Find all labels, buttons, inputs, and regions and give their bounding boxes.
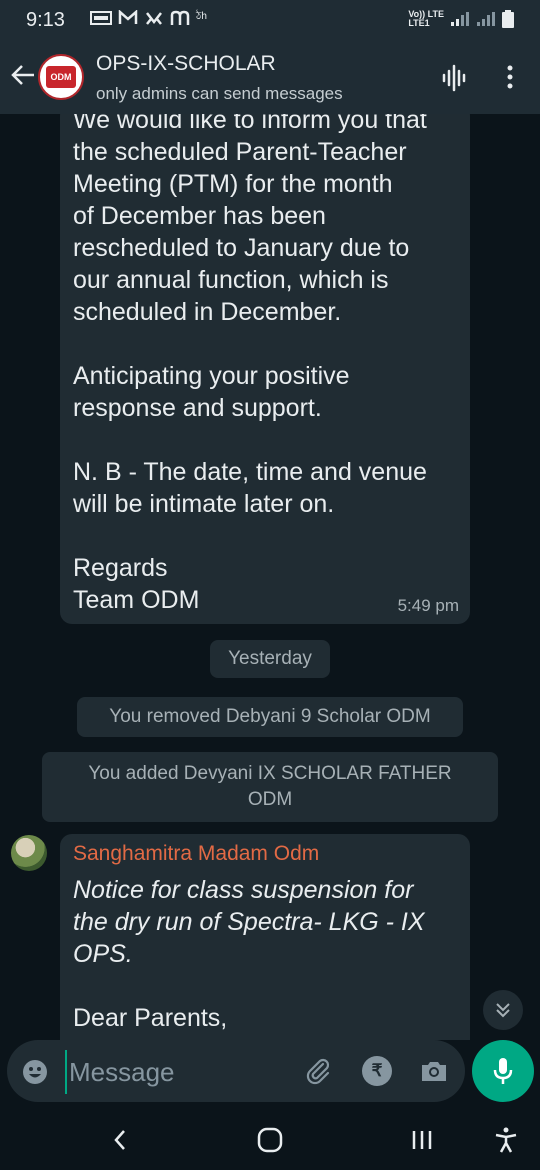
status-time: 9:13 [26, 9, 65, 31]
nav-back-button[interactable] [100, 1122, 140, 1158]
system-status-icons: Vo)) LTE LTE1 [408, 10, 514, 28]
network-type: Vo)) LTE LTE1 [408, 9, 444, 28]
voice-message-button[interactable] [472, 1040, 534, 1102]
nav-recents-button[interactable] [402, 1122, 442, 1158]
nav-home-button[interactable] [250, 1122, 290, 1158]
message-bubble[interactable]: Sanghamitra Madam Odm Notice for class s… [60, 834, 470, 1040]
more-options-icon[interactable] [500, 62, 520, 92]
recents-icon [412, 1131, 432, 1149]
mail-m-icon [170, 10, 190, 25]
sender-avatar[interactable] [11, 835, 47, 871]
home-icon [257, 1127, 283, 1153]
message-text-italic: Notice for class suspension for the dry … [73, 876, 425, 968]
odm-logo: ODM [46, 66, 76, 88]
gmail-icon [118, 9, 138, 24]
emoji-icon[interactable] [21, 1058, 49, 1086]
status-bar: 9:13 ঠh Vo)) LTE LTE1 [0, 0, 540, 40]
chat-subtitle[interactable]: only admins can send messages [96, 84, 343, 104]
system-nav-bar [0, 1110, 540, 1170]
message-input-bar: ₹ [7, 1040, 465, 1102]
news-icon [90, 10, 112, 25]
teams-icon [146, 11, 162, 25]
attach-icon[interactable] [303, 1056, 333, 1086]
notification-icons: ঠh [90, 9, 207, 26]
chat-title[interactable]: OPS-IX-SCHOLAR [96, 52, 276, 76]
scroll-down-button[interactable] [483, 990, 523, 1030]
sender-name[interactable]: Sanghamitra Madam Odm [73, 842, 319, 866]
date-divider: Yesterday [210, 640, 330, 678]
system-message: You removed Debyani 9 Scholar ODM [77, 697, 463, 737]
message-text: Dear Parents, [73, 1004, 228, 1032]
message-text: We would like to inform you that the sch… [73, 114, 427, 614]
signal-icon [451, 12, 469, 26]
message-bubble[interactable]: We would like to inform you that the sch… [60, 114, 470, 624]
app-notification-icon: ঠh [196, 11, 207, 22]
camera-icon[interactable] [419, 1056, 449, 1086]
chat-area[interactable]: We would like to inform you that the sch… [0, 114, 540, 1040]
message-time: 5:49 pm [397, 596, 459, 615]
system-message: You added Devyani IX SCHOLAR FATHER ODM [42, 752, 498, 822]
signal-2-icon [477, 12, 495, 26]
group-avatar[interactable]: ODM [38, 54, 84, 100]
battery-icon [502, 10, 514, 28]
chat-header: ODM OPS-IX-SCHOLAR only admins can send … [0, 40, 540, 114]
payment-icon[interactable]: ₹ [362, 1056, 392, 1086]
nav-accessibility-button[interactable] [486, 1122, 526, 1158]
back-arrow-icon[interactable] [8, 60, 38, 90]
chevron-left-icon [114, 1130, 125, 1150]
message-input[interactable] [65, 1050, 291, 1094]
double-chevron-down-icon [496, 1003, 510, 1018]
accessibility-icon [495, 1127, 517, 1153]
voice-chat-icon[interactable] [440, 64, 470, 92]
microphone-icon [493, 1058, 513, 1084]
